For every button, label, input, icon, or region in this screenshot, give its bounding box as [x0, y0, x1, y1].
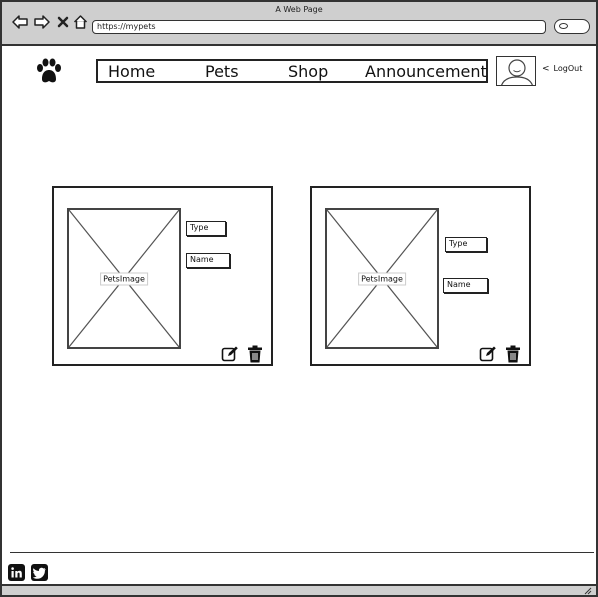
browser-search-box[interactable] [554, 19, 590, 34]
pet-image-label: PetsImage [100, 272, 148, 285]
main-nav: Home Pets Shop Announcement [96, 59, 488, 83]
resize-grip-icon[interactable] [584, 587, 592, 595]
edit-icon[interactable] [221, 345, 239, 363]
paw-icon[interactable] [34, 57, 64, 87]
footer-divider [10, 552, 594, 553]
pet-type-field[interactable]: Type [445, 237, 487, 252]
browser-chrome: A Web Page https://mypets [2, 2, 596, 46]
edit-icon[interactable] [479, 345, 497, 363]
pet-image-placeholder: PetsImage [67, 208, 181, 349]
linkedin-icon[interactable] [8, 564, 25, 581]
close-icon[interactable] [55, 14, 71, 30]
window-title: A Web Page [275, 5, 323, 14]
pet-name-field[interactable]: Name [186, 253, 230, 268]
pet-type-field[interactable]: Type [186, 221, 226, 236]
pet-image-placeholder: PetsImage [325, 208, 439, 349]
back-arrow-icon[interactable] [12, 14, 28, 30]
nav-home[interactable]: Home [108, 62, 155, 82]
pet-card: PetsImage Type Name [52, 186, 273, 366]
nav-shop[interactable]: Shop [288, 62, 328, 82]
pet-name-field[interactable]: Name [443, 278, 488, 293]
search-icon [559, 23, 568, 29]
pet-image-label: PetsImage [358, 272, 406, 285]
user-avatar-icon[interactable] [496, 56, 536, 86]
logout-link[interactable]: < LogOut [542, 64, 582, 74]
nav-announcement[interactable]: Announcement [365, 62, 487, 82]
home-icon[interactable] [72, 14, 88, 30]
trash-icon[interactable] [247, 345, 265, 363]
url-bar[interactable]: https://mypets [92, 20, 546, 34]
browser-window: A Web Page https://mypets Home Pets Shop… [0, 0, 598, 597]
trash-icon[interactable] [505, 345, 523, 363]
nav-pets[interactable]: Pets [205, 62, 239, 82]
chevron-left-icon: < [542, 64, 550, 74]
twitter-icon[interactable] [31, 564, 48, 581]
forward-arrow-icon[interactable] [34, 14, 50, 30]
pet-card: PetsImage Type Name [310, 186, 531, 366]
logout-label: LogOut [553, 64, 583, 73]
status-bar [2, 584, 596, 595]
